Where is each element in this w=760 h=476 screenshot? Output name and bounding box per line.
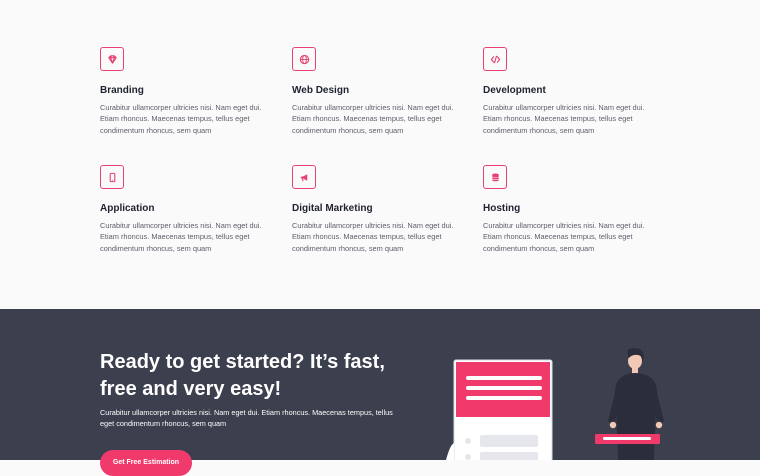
service-description: Curabitur ullamcorper ultricies nisi. Na… [483, 103, 645, 135]
service-description: Curabitur ullamcorper ultricies nisi. Na… [292, 103, 454, 135]
service-title: Digital Marketing [292, 203, 373, 214]
service-description: Curabitur ullamcorper ultricies nisi. Na… [100, 221, 262, 253]
service-description: Curabitur ullamcorper ultricies nisi. Na… [100, 103, 262, 135]
cta-description: Curabitur ullamcorper ultricies nisi. Na… [100, 408, 393, 428]
get-estimation-button[interactable]: Get Free Estimation [100, 450, 192, 476]
service-title: Application [100, 203, 155, 214]
megaphone-icon [292, 165, 316, 189]
gem-icon [100, 47, 124, 71]
service-description: Curabitur ullamcorper ultricies nisi. Na… [292, 221, 454, 253]
person-with-form-illustration [440, 345, 680, 471]
cta-title: Ready to get started? It’s fast, free an… [100, 351, 385, 400]
service-title: Hosting [483, 203, 521, 214]
code-icon [483, 47, 507, 71]
services-section: Branding Curabitur ullamcorper ultricies… [0, 0, 760, 309]
service-title: Development [483, 85, 546, 96]
globe-icon [292, 47, 316, 71]
service-description: Curabitur ullamcorper ultricies nisi. Na… [483, 221, 645, 253]
service-title: Branding [100, 85, 144, 96]
mobile-icon [100, 165, 124, 189]
database-icon [483, 165, 507, 189]
service-title: Web Design [292, 85, 350, 96]
